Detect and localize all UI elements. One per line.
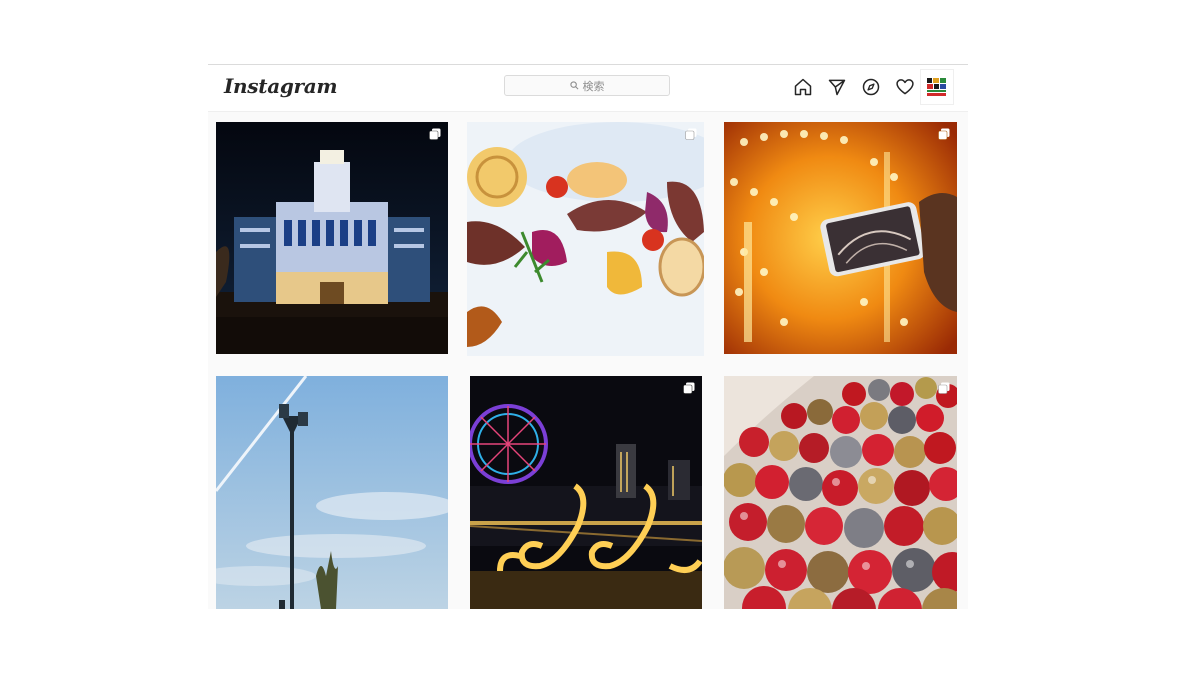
search-placeholder: 検索 [582,80,605,93]
search-input[interactable]: 検索 [504,75,670,96]
ornaments-photo [724,376,957,609]
ferris-wheel-photo [470,376,702,609]
post-grid [208,65,968,609]
home-icon[interactable] [792,76,814,98]
activity-heart-icon[interactable] [894,76,916,98]
direct-message-icon[interactable] [826,76,848,98]
building-photo [216,122,448,354]
post-ferris-wheel-night[interactable] [470,376,702,609]
carousel-photo [724,122,957,354]
profile-avatar[interactable] [920,69,954,105]
multiple-images-icon [685,128,697,140]
post-carousel-lights[interactable] [724,122,957,354]
multiple-images-icon [938,382,950,394]
multiple-images-icon [683,382,695,394]
post-plated-dish[interactable] [467,122,704,356]
post-illuminated-building[interactable] [216,122,448,354]
top-navigation-bar: Instagram 検索 [208,65,968,112]
instagram-logo[interactable]: Instagram [224,74,338,98]
post-street-lamp-sky[interactable] [216,376,448,609]
street-lamp-photo [216,376,448,609]
multiple-images-icon [938,128,950,140]
multiple-images-icon [429,128,441,140]
search-icon [569,81,578,90]
post-christmas-ornaments[interactable] [724,376,957,609]
explore-icon[interactable] [860,76,882,98]
instagram-window: Instagram 検索 [208,64,968,609]
dish-photo [467,122,704,356]
